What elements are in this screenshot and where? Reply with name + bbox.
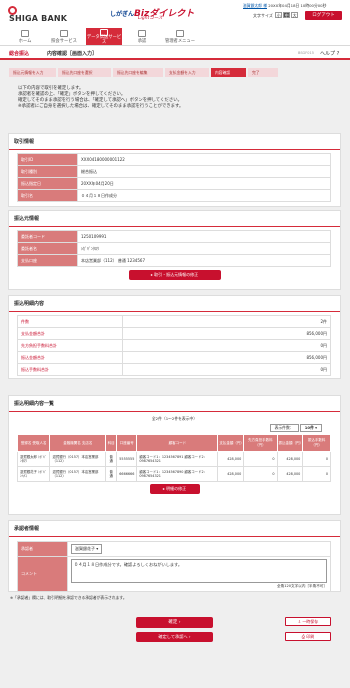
inquiry-icon	[60, 30, 68, 37]
edit-source-button[interactable]: ▸ 取引・振込元情報の修正	[128, 270, 221, 280]
details-section: 振込明細内容一覧 全2件（1〜2件を表示中） 表示件数： 10件 ▾ 登録名 受…	[8, 395, 341, 515]
section-heading: 取引情報	[9, 134, 340, 150]
step-3: 振込先口座を編集	[113, 68, 163, 77]
nav-home[interactable]: ホーム	[10, 28, 40, 45]
font-large-button[interactable]: 大	[291, 12, 299, 18]
logout-button[interactable]: ログアウト	[305, 11, 342, 20]
summary-table: 件数 2件 支払金額合計 856,000円 先方負担手数料合計 0円 振込金額合計 85…	[17, 315, 331, 376]
progress-steps: 振込元情報を入力 振込先口座を選択 振込先口座を編集 支払金額を入力 内容確認 …	[0, 68, 350, 78]
bank-name: SHIGA BANK	[9, 14, 68, 23]
font-size-switch: 文字サイズ 小中大	[253, 12, 299, 18]
summary-section: 振込明細内容 件数 2件 支払金額合計 856,000円 先方負担手数料合計 0円 振…	[8, 295, 341, 379]
approver-select[interactable]: 滋賀銀花子 ▾	[71, 544, 103, 554]
page-title: 内容確認［画面入力］	[47, 51, 98, 57]
transaction-table: 取引ID XXX04180000001122 取引種別 総合振込 振込指定日 20XX…	[17, 153, 331, 202]
record-count: 全2件（1〜2件を表示中）	[151, 416, 198, 421]
char-limit: 全角120文字以内［半角不可］	[277, 584, 327, 588]
page-size-control: 表示件数： 10件 ▾	[9, 424, 322, 432]
font-small-button[interactable]: 小	[275, 12, 283, 18]
global-nav: ホーム 照会サービス データ伝送サービス 承認 管理者メニュー	[0, 28, 350, 46]
section-heading: 承認者情報	[9, 521, 340, 537]
screen-id: BSGF015	[298, 51, 314, 55]
section-heading: 振込明細内容	[9, 296, 340, 312]
nav-inquiry[interactable]: 照会サービス	[47, 28, 81, 45]
home-icon	[21, 30, 29, 37]
table-row: 滋賀銀花子 ｼｶﾞｷﾞﾝﾊﾅｺ 滋賀銀行（0157）本店営業部（112） 普通 666…	[16, 466, 331, 482]
footer	[0, 660, 350, 688]
print-button[interactable]: ⎙ 印刷	[285, 632, 331, 641]
approver-table: 承認者 滋賀銀花子 ▾ コメント ０４月１８日作成分です。確認よろしくおねがいします…	[17, 541, 331, 592]
edit-details-button[interactable]: ▸ 明細の修正	[149, 484, 200, 494]
confirm-button[interactable]: 確定 ›	[136, 617, 213, 628]
step-6: 完了	[248, 68, 278, 77]
step-5: 内容確認	[211, 68, 246, 77]
font-medium-button[interactable]: 中	[283, 12, 291, 18]
brand-sub: Lightコース	[138, 16, 163, 21]
section-heading: 振込明細内容一覧	[9, 396, 340, 412]
service-name: 総合振込	[9, 51, 30, 57]
section-heading: 振込元情報	[9, 211, 340, 227]
approval-icon	[138, 30, 146, 37]
step-4: 支払金額を入力	[165, 68, 209, 77]
table-row: 滋賀銀太郎 ｼｶﾞｷﾞﾝﾀﾛｳ 滋賀銀行（0157）本店営業部（112） 普通 555…	[16, 451, 331, 467]
comment-textarea[interactable]: ０４月１８日作成分です。確認よろしくおねがいします。	[71, 559, 327, 583]
nav-data-transfer[interactable]: データ伝送サービス	[86, 28, 122, 45]
admin-icon	[176, 30, 184, 37]
help-link[interactable]: ヘルプ ?	[320, 50, 339, 57]
header: SHIGA BANK しがぎんBizダイレクト Lightコース 滋賀銀太郎 様…	[0, 0, 350, 28]
source-section: 振込元情報 委託者コード 1250109991 委託者名 ｼｶﾞｷﾞﾝﾀﾛｳ 支払口…	[8, 210, 341, 290]
nav-admin[interactable]: 管理者メニュー	[160, 28, 200, 45]
intro-text: 以下の内容で取引を確定します。 承認者を確認の上、「確定」ボタンを押してください。…	[18, 86, 184, 109]
nav-approval[interactable]: 承認	[127, 28, 157, 45]
sub-header: 総合振込 内容確認［画面入力］ BSGF015 ヘルプ ?	[0, 46, 350, 60]
details-table: 登録名 受取人名 金融機関名 支店名 科目 口座番号 顧客コード 支払金額（円） 先方負担手…	[16, 434, 331, 482]
source-table: 委託者コード 1250109991 委託者名 ｼｶﾞｷﾞﾝﾀﾛｳ 支払口座 本店営業部…	[17, 230, 331, 267]
approver-note: ※「承認者」欄には、取引明細を承認できる承認者が表示されます。	[10, 595, 127, 600]
approver-section: 承認者情報 承認者 滋賀銀花子 ▾ コメント ０４月１８日作成分です。確認よろしくお…	[8, 520, 341, 592]
transaction-section: 取引情報 取引ID XXX04180000001122 取引種別 総合振込 振込指定…	[8, 133, 341, 207]
step-2: 振込先口座を選択	[58, 68, 111, 77]
user-info: 滋賀銀太郎 様 20XX年04月18日 10時00分00秒	[243, 3, 327, 8]
temp-save-button[interactable]: ⇩ 一時保存	[285, 617, 331, 626]
page-size-select[interactable]: 10件 ▾	[299, 424, 322, 432]
confirm-approve-button[interactable]: 確定して承認へ ›	[136, 632, 213, 642]
step-1: 振込元情報を入力	[9, 68, 56, 77]
